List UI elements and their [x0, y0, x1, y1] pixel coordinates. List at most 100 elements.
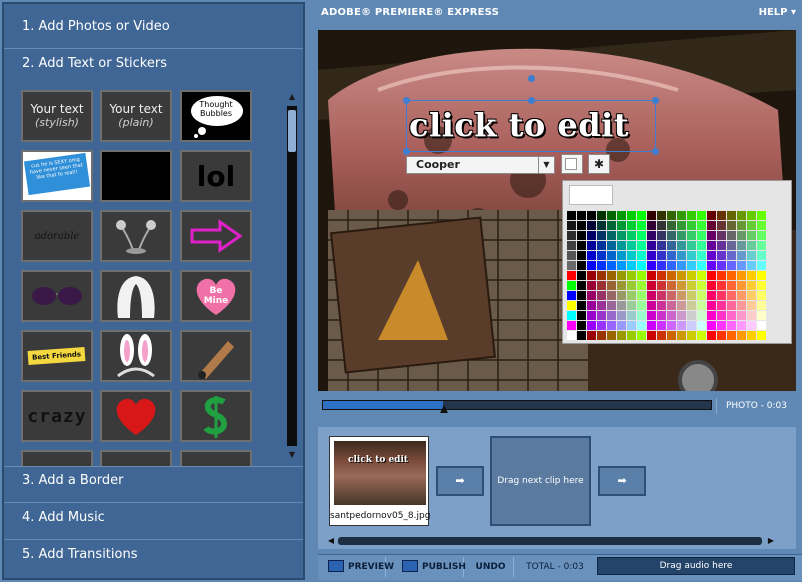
publish-button[interactable]: PUBLISH [396, 557, 466, 577]
color-cell[interactable] [687, 281, 696, 290]
color-cell[interactable] [587, 261, 596, 270]
sticker-text-plain[interactable]: Your text (plain) [100, 90, 172, 142]
color-cell[interactable] [637, 331, 646, 340]
color-cell[interactable] [657, 241, 666, 250]
color-cell[interactable] [647, 251, 656, 260]
color-cell[interactable] [607, 271, 616, 280]
color-cell[interactable] [597, 231, 606, 240]
color-cell[interactable] [657, 301, 666, 310]
overlay-text[interactable]: click to edit [409, 106, 629, 144]
color-cell[interactable] [677, 321, 686, 330]
color-cell[interactable] [607, 311, 616, 320]
color-cell[interactable] [657, 331, 666, 340]
sticker-blank-black[interactable] [100, 150, 172, 202]
color-cell[interactable] [647, 221, 656, 230]
clip-thumbnail[interactable]: click to edit santpedornov05_8.jpg [329, 436, 430, 526]
color-cell[interactable] [737, 321, 746, 330]
color-cell[interactable] [657, 311, 666, 320]
color-cell[interactable] [707, 211, 716, 220]
color-cell[interactable] [637, 281, 646, 290]
color-cell[interactable] [707, 241, 716, 250]
color-cell[interactable] [677, 211, 686, 220]
color-cell[interactable] [687, 251, 696, 260]
color-cell[interactable] [757, 241, 766, 250]
color-cell[interactable] [587, 331, 596, 340]
color-cell[interactable] [677, 331, 686, 340]
color-cell[interactable] [737, 231, 746, 240]
color-cell[interactable] [597, 241, 606, 250]
color-cell[interactable] [577, 281, 586, 290]
color-cell[interactable] [717, 211, 726, 220]
color-cell[interactable] [727, 291, 736, 300]
step-add-text-stickers[interactable]: 2. Add Text or Stickers [22, 56, 167, 71]
color-cell[interactable] [747, 251, 756, 260]
text-settings-button[interactable]: ✱ [588, 154, 610, 174]
color-cell[interactable] [717, 271, 726, 280]
help-button[interactable]: HELP ▾ [759, 7, 796, 18]
color-cell[interactable] [717, 281, 726, 290]
sticker-partial-2[interactable] [100, 450, 172, 466]
color-cell[interactable] [657, 221, 666, 230]
color-cell[interactable] [597, 291, 606, 300]
color-cell[interactable] [667, 291, 676, 300]
color-cell[interactable] [577, 231, 586, 240]
color-cell[interactable] [747, 301, 756, 310]
color-cell[interactable] [677, 251, 686, 260]
color-cell[interactable] [717, 261, 726, 270]
color-cell[interactable] [597, 321, 606, 330]
color-cell[interactable] [587, 311, 596, 320]
color-cell[interactable] [617, 271, 626, 280]
color-cell[interactable] [577, 251, 586, 260]
color-cell[interactable] [617, 211, 626, 220]
color-cell[interactable] [727, 261, 736, 270]
color-cell[interactable] [647, 241, 656, 250]
color-cell[interactable] [687, 231, 696, 240]
color-cell[interactable] [687, 301, 696, 310]
sticker-eye-stalks[interactable] [100, 210, 172, 262]
color-cell[interactable] [667, 241, 676, 250]
color-cell[interactable] [587, 241, 596, 250]
color-cell[interactable] [747, 291, 756, 300]
color-cell[interactable] [617, 281, 626, 290]
color-cell[interactable] [637, 241, 646, 250]
color-cell[interactable] [567, 251, 576, 260]
sticker-lol[interactable]: lol [180, 150, 252, 202]
color-cell[interactable] [567, 211, 576, 220]
sticker-veil[interactable] [100, 270, 172, 322]
color-cell[interactable] [667, 211, 676, 220]
color-cell[interactable] [757, 221, 766, 230]
text-color-button[interactable] [561, 154, 583, 174]
color-cell[interactable] [747, 281, 756, 290]
color-cell[interactable] [577, 261, 586, 270]
color-cell[interactable] [567, 231, 576, 240]
color-cell[interactable] [737, 311, 746, 320]
color-cell[interactable] [717, 331, 726, 340]
color-cell[interactable] [687, 261, 696, 270]
color-cell[interactable] [697, 211, 706, 220]
color-cell[interactable] [757, 271, 766, 280]
color-cell[interactable] [697, 241, 706, 250]
sticker-adorable[interactable]: adorable [21, 210, 93, 262]
color-cell[interactable] [627, 251, 636, 260]
color-cell[interactable] [687, 211, 696, 220]
color-cell[interactable] [717, 291, 726, 300]
color-cell[interactable] [637, 271, 646, 280]
color-cell[interactable] [617, 251, 626, 260]
sticker-thought-bubble[interactable]: Thought Bubbles [180, 90, 252, 142]
color-cell[interactable] [667, 311, 676, 320]
color-cell[interactable] [697, 331, 706, 340]
color-cell[interactable] [607, 211, 616, 220]
color-cell[interactable] [727, 231, 736, 240]
color-cell[interactable] [687, 241, 696, 250]
color-cell[interactable] [657, 251, 666, 260]
color-cell[interactable] [707, 251, 716, 260]
color-cell[interactable] [747, 221, 756, 230]
color-cell[interactable] [747, 231, 756, 240]
sticker-be-mine[interactable]: Be Mine [180, 270, 252, 322]
color-cell[interactable] [647, 311, 656, 320]
color-cell[interactable] [727, 221, 736, 230]
sticker-text-stylish[interactable]: Your text (stylish) [21, 90, 93, 142]
color-cell[interactable] [687, 311, 696, 320]
color-cell[interactable] [747, 271, 756, 280]
color-cell[interactable] [647, 211, 656, 220]
